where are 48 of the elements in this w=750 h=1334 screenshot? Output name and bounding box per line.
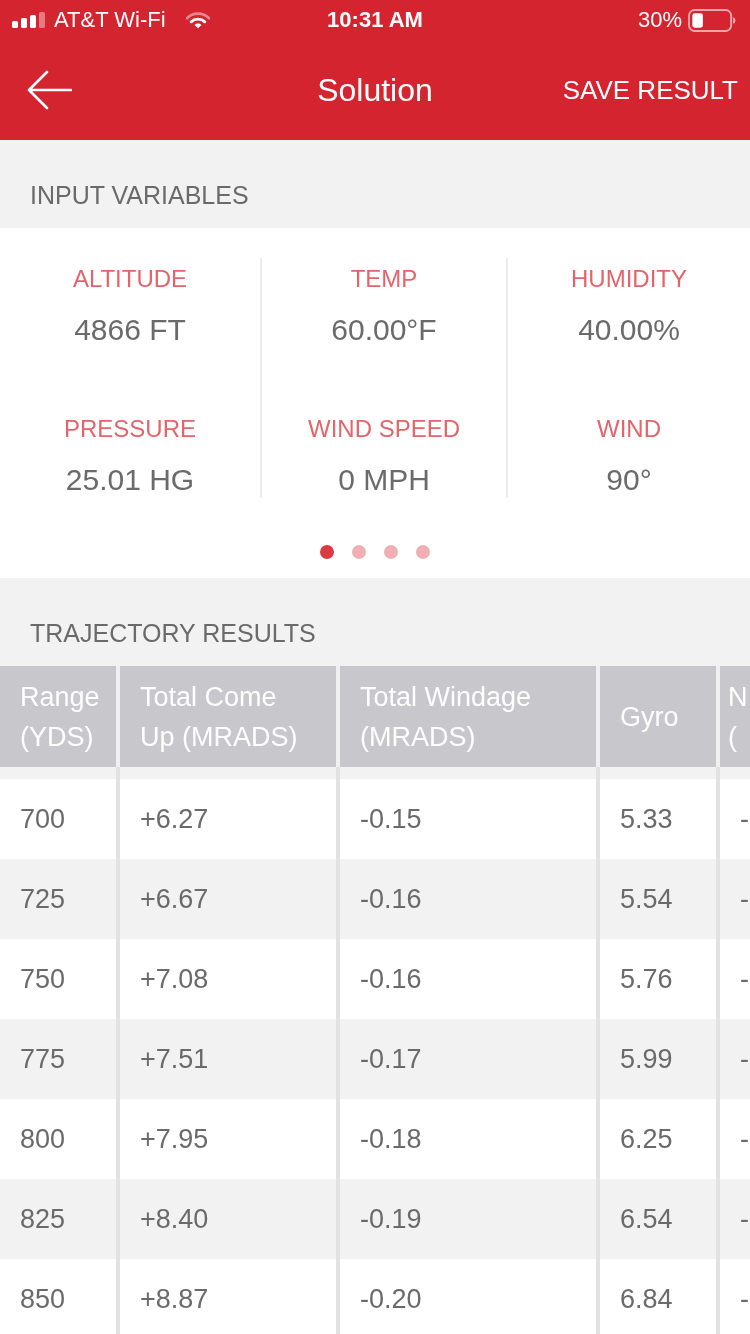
carrier-name: AT&T Wi-Fi	[54, 7, 166, 33]
battery-icon	[688, 8, 736, 32]
section-heading: INPUT VARIABLES	[30, 180, 249, 210]
back-button[interactable]	[26, 70, 72, 110]
table-cell: -	[720, 779, 750, 859]
section-heading: TRAJECTORY RESULTS	[30, 618, 316, 648]
table-cell: 750	[0, 939, 120, 1019]
table-cell: 5.33	[600, 779, 720, 859]
variable-value: 90°	[606, 462, 652, 498]
battery-percent: 30%	[637, 7, 682, 33]
signal-icon	[12, 12, 46, 28]
page-dot-icon[interactable]	[416, 545, 430, 559]
variable-value: 4866 FT	[74, 312, 186, 348]
variable-label: ALTITUDE	[72, 264, 188, 294]
table-cell: +8.87	[120, 1259, 340, 1334]
table-cell: 800	[0, 1099, 120, 1179]
page-dot-icon[interactable]	[352, 545, 366, 559]
table-cell: -0.18	[340, 1099, 600, 1179]
back-arrow-icon	[26, 70, 72, 110]
page-dot-icon[interactable]	[384, 545, 398, 559]
table-cell: 6.25	[600, 1099, 720, 1179]
status-time: 10:31 AM	[327, 7, 423, 33]
table-cell: +7.95	[120, 1099, 340, 1179]
variable-label: HUMIDITY	[571, 264, 687, 294]
save-result-button[interactable]: SAVE RESULT	[562, 74, 738, 106]
table-cell: 850	[0, 1259, 120, 1334]
table-cell: +7.08	[120, 939, 340, 1019]
table-cell: -0.15	[340, 779, 600, 859]
table-cell: 6.84	[600, 1259, 720, 1334]
table-cell: -0.20	[340, 1259, 600, 1334]
table-cell: -	[720, 939, 750, 1019]
wifi-icon	[185, 11, 210, 29]
table-cell: -	[720, 1099, 750, 1179]
variable-label: WIND SPEED	[308, 414, 460, 444]
variable-label: PRESSURE	[63, 414, 196, 444]
variable-label: WIND	[597, 414, 661, 444]
table-cell: 700	[0, 779, 120, 859]
variable-label: TEMP	[350, 264, 418, 294]
table-cell: -	[720, 1259, 750, 1334]
table-cell: +6.27	[120, 779, 340, 859]
page-dot-icon[interactable]	[320, 545, 334, 559]
variable-value: 60.00°F	[331, 312, 437, 348]
variable-value: 40.00%	[578, 312, 680, 348]
table-cell: -0.16	[340, 939, 600, 1019]
screen-title: Solution	[317, 71, 433, 109]
variable-value: 25.01 HG	[65, 462, 195, 498]
table-cell: 5.76	[600, 939, 720, 1019]
variable-value: 0 MPH	[338, 462, 430, 498]
